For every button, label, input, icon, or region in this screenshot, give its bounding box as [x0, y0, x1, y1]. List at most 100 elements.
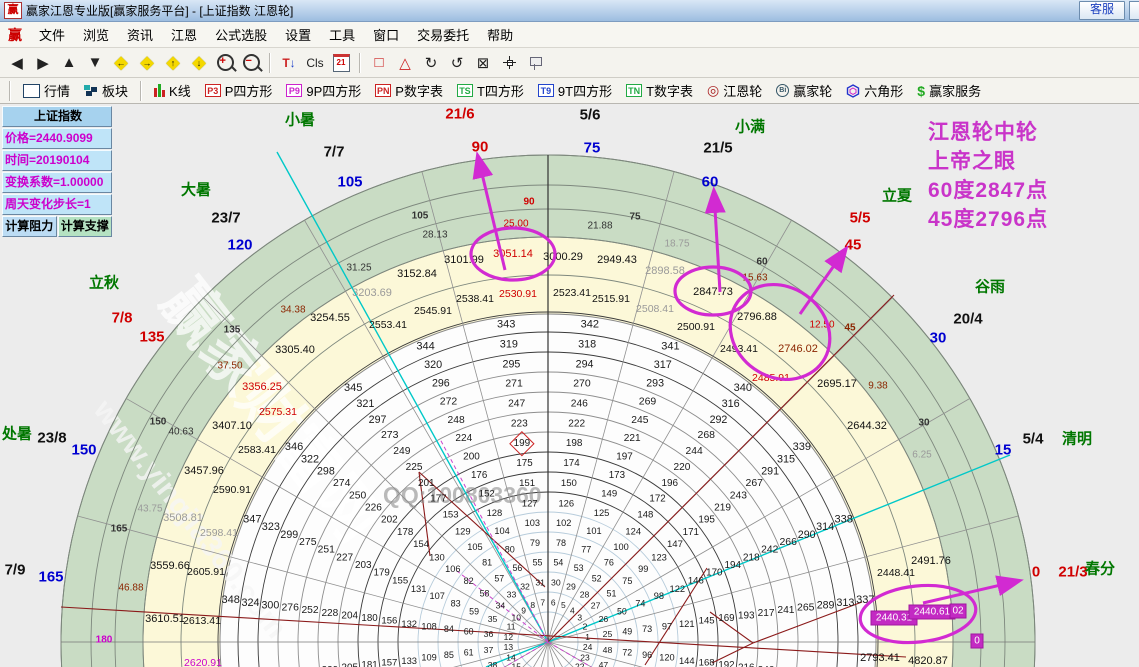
gann-tool-行情[interactable]: 行情	[16, 79, 77, 102]
nav-left-icon[interactable]: ◀	[5, 51, 29, 75]
svg-text:2500.91: 2500.91	[677, 321, 715, 333]
gann-tool-P四方形[interactable]: P3 P四方形	[198, 79, 280, 102]
rotate-ccw-icon[interactable]: ↺	[445, 51, 469, 75]
svg-text:24: 24	[583, 642, 593, 652]
menu-帮助[interactable]: 帮助	[478, 22, 522, 47]
svg-text:60: 60	[702, 174, 719, 191]
menu-文件[interactable]: 文件	[30, 22, 74, 47]
svg-text:75: 75	[584, 140, 601, 157]
svg-text:2746.02: 2746.02	[778, 343, 818, 355]
svg-text:96: 96	[642, 650, 652, 660]
svg-text:107: 107	[429, 591, 444, 601]
svg-text:2613.41: 2613.41	[183, 615, 221, 627]
svg-text:174: 174	[563, 458, 580, 469]
board-icon[interactable]	[523, 51, 547, 75]
triangle-tool-icon[interactable]: △	[393, 51, 417, 75]
svg-text:2644.32: 2644.32	[847, 420, 887, 432]
toolbar-separator	[269, 52, 271, 73]
gann-tool-赢家轮[interactable]: Bi 赢家轮	[769, 79, 839, 102]
rect-tool-icon[interactable]: □	[367, 51, 391, 75]
gann-tool-9P四方形[interactable]: P9 9P四方形	[279, 79, 368, 102]
svg-text:156: 156	[381, 616, 397, 627]
svg-text:144: 144	[679, 655, 695, 666]
menu-logo-icon: 赢	[8, 26, 22, 43]
price-row: 价格=2440.9099	[2, 128, 112, 149]
svg-text:3407.10: 3407.10	[212, 420, 252, 432]
menu-江恩[interactable]: 江恩	[162, 22, 206, 47]
rotate-cw-icon[interactable]: ↻	[419, 51, 443, 75]
gann-tool-K线[interactable]: K线	[147, 79, 198, 102]
menu-交易委托[interactable]: 交易委托	[408, 22, 478, 47]
svg-text:35: 35	[488, 614, 498, 624]
updown-icon[interactable]: T ↓	[277, 51, 301, 75]
calendar-icon[interactable]: 21	[329, 51, 353, 75]
svg-text:3203.69: 3203.69	[352, 287, 392, 299]
shift-left-icon[interactable]: ◆ ←	[109, 51, 133, 75]
svg-text:340: 340	[734, 382, 752, 394]
gann-tool-六角形[interactable]: 六角形	[839, 79, 910, 102]
svg-text:18.75: 18.75	[664, 239, 689, 250]
svg-text:149: 149	[601, 489, 617, 500]
quote-panel: 上证指数 价格=2440.9099 时间=20190104 变换系数=1.000…	[2, 106, 112, 237]
nav-right-icon[interactable]: ▶	[31, 51, 55, 75]
cls-button[interactable]: Cls	[303, 51, 327, 75]
svg-text:132: 132	[401, 618, 417, 629]
svg-text:126: 126	[558, 498, 574, 509]
menu-窗口[interactable]: 窗口	[364, 22, 408, 47]
svg-text:90: 90	[523, 197, 535, 208]
svg-text:135: 135	[139, 329, 164, 346]
svg-text:1: 1	[585, 632, 590, 642]
gann-tool-T四方形[interactable]: TS T四方形	[450, 79, 531, 102]
svg-text:21/3: 21/3	[1058, 564, 1087, 581]
menu-资讯[interactable]: 资讯	[118, 22, 162, 47]
gann-tool-T数字表[interactable]: TN T数字表	[619, 79, 700, 102]
svg-text:120: 120	[227, 237, 252, 254]
gann-tool-9T四方形[interactable]: T9 9T四方形	[531, 79, 619, 102]
svg-text:121: 121	[679, 618, 695, 629]
svg-text:224: 224	[455, 433, 472, 444]
calc-support-button[interactable]: 计算支撑	[57, 216, 112, 237]
svg-text:129: 129	[455, 525, 471, 536]
svg-text:322: 322	[301, 453, 319, 465]
wheel-icon: ◎	[707, 82, 720, 98]
svg-text:9.38: 9.38	[868, 381, 888, 392]
calc-resistance-button[interactable]: 计算阻力	[2, 216, 57, 237]
nav-up-icon[interactable]: ▲	[57, 51, 81, 75]
nav-down-icon[interactable]: ▼	[83, 51, 107, 75]
svg-text:246: 246	[571, 399, 588, 410]
zoom-out-icon[interactable]: −	[239, 51, 263, 75]
svg-text:223: 223	[511, 418, 528, 429]
menu-公式选股[interactable]: 公式选股	[206, 22, 276, 47]
crosshair-icon[interactable]	[497, 51, 521, 75]
menu-设置[interactable]: 设置	[276, 22, 320, 47]
gann-toolbar: 行情 板块 K线 P3 P四方形 P9 9P四方形 PN P数字表 TS T四方形 T9 9T四方形 TN…	[0, 78, 1139, 104]
maximize-icon[interactable]: ⊠	[471, 51, 495, 75]
svg-text:338: 338	[834, 514, 852, 526]
customer-service-button[interactable]: 客服	[1078, 1, 1125, 20]
gann-tool-P数字表[interactable]: PN P数字表	[368, 79, 450, 102]
window-title: 赢家江恩专业版[赢家服务平台] - [上证指数 江恩轮]	[26, 4, 294, 18]
svg-text:0: 0	[974, 636, 980, 647]
svg-text:2523.41: 2523.41	[553, 287, 591, 299]
shift-right-icon[interactable]: ◆ →	[135, 51, 159, 75]
gann-tool-板块[interactable]: 板块	[77, 79, 135, 102]
gann-tool-江恩轮[interactable]: ◎ 江恩轮	[700, 79, 769, 102]
svg-text:273: 273	[381, 430, 399, 441]
svg-text:61: 61	[464, 647, 474, 657]
shift-up-icon[interactable]: ◆ ↑	[161, 51, 185, 75]
svg-text:147: 147	[667, 539, 683, 550]
annotation-line: 上帝之眼	[928, 150, 1016, 173]
zoom-in-icon[interactable]: +	[213, 51, 237, 75]
svg-text:2847.73: 2847.73	[693, 286, 733, 298]
shift-down-icon[interactable]: ◆ ↓	[187, 51, 211, 75]
svg-text:2695.17: 2695.17	[817, 378, 857, 390]
svg-text:205: 205	[341, 663, 358, 667]
svg-text:299: 299	[280, 529, 298, 541]
svg-text:216: 216	[738, 663, 755, 667]
titlebar-partial-button[interactable]	[1129, 1, 1139, 20]
menu-浏览[interactable]: 浏览	[74, 22, 118, 47]
gann-tool-赢家服务[interactable]: $ 赢家服务	[910, 79, 988, 102]
svg-text:小暑: 小暑	[285, 111, 315, 129]
menu-工具[interactable]: 工具	[320, 22, 364, 47]
svg-text:269: 269	[639, 396, 657, 407]
